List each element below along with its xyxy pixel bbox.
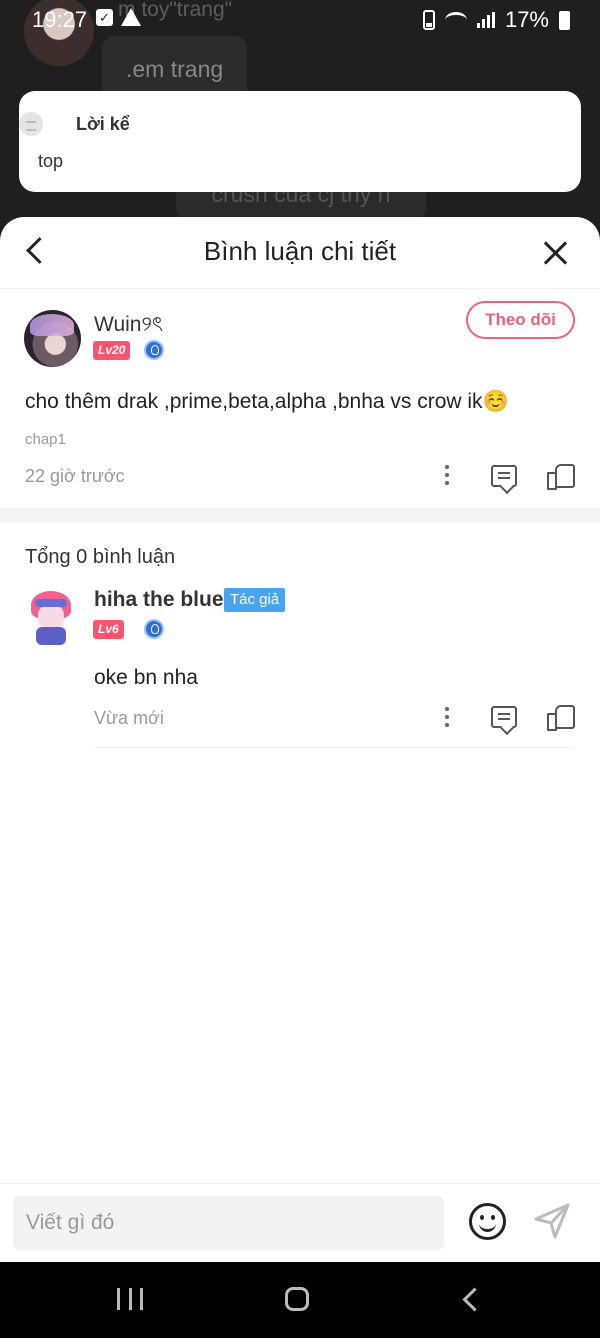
battery-percent: 17% [504, 7, 549, 32]
home-icon[interactable] [285, 1287, 309, 1311]
like-icon[interactable] [547, 703, 575, 731]
more-icon[interactable] [442, 463, 452, 489]
like-icon[interactable] [547, 462, 575, 490]
avatar[interactable] [27, 589, 75, 647]
reply-count: Tổng 0 bình luận [25, 546, 176, 568]
reply-divider [94, 747, 575, 748]
wifi-icon [444, 12, 467, 28]
narration-icon [19, 112, 43, 136]
send-icon[interactable] [533, 1202, 571, 1240]
avatar[interactable] [24, 310, 81, 367]
reply-username[interactable]: hiha the blue [94, 588, 224, 612]
shield-icon [144, 619, 164, 639]
reply-time: Vừa mới [94, 708, 164, 728]
battery-saver-icon [422, 10, 435, 30]
warning-icon [121, 8, 141, 26]
comment-time: 22 giờ trước [25, 466, 125, 486]
narration-card [19, 91, 581, 192]
level-badge: Lv20 [93, 341, 131, 360]
signal-icon [476, 12, 495, 28]
section-divider [0, 508, 600, 522]
shield-icon [144, 340, 164, 360]
more-icon[interactable] [442, 705, 452, 731]
author-badge: Tác giả [224, 588, 286, 612]
comment-text: cho thêm drak ,prime,beta,alpha ,bnha vs… [25, 390, 509, 413]
header-divider [0, 288, 600, 289]
follow-button[interactable]: Theo dõi [466, 301, 575, 339]
close-icon[interactable] [540, 237, 572, 269]
emoji-icon[interactable] [469, 1203, 506, 1240]
comment-detail-sheet [0, 217, 600, 1262]
level-badge: Lv6 [93, 620, 124, 639]
narration-text: top [38, 151, 64, 171]
sheet-title: Bình luận chi tiết [203, 236, 397, 266]
comment-username[interactable]: Wuin୨ৎ [94, 308, 163, 343]
status-time: 19:27 [32, 7, 88, 32]
checkbox-notification-icon: ✓ [96, 8, 113, 26]
battery-icon [559, 10, 570, 30]
narration-title: Lời kể [76, 114, 130, 134]
recent-apps-icon[interactable] [117, 1288, 143, 1310]
reply-icon[interactable] [491, 706, 517, 728]
back-nav-icon[interactable] [460, 1289, 480, 1309]
status-bar: 19:27 ✓ 17% [0, 0, 600, 40]
reply-icon[interactable] [491, 465, 517, 487]
comment-input[interactable]: Viết gì đó [13, 1196, 444, 1250]
reply-text: oke bn nha [94, 666, 198, 689]
comment-chapter: chap1 [25, 431, 66, 448]
